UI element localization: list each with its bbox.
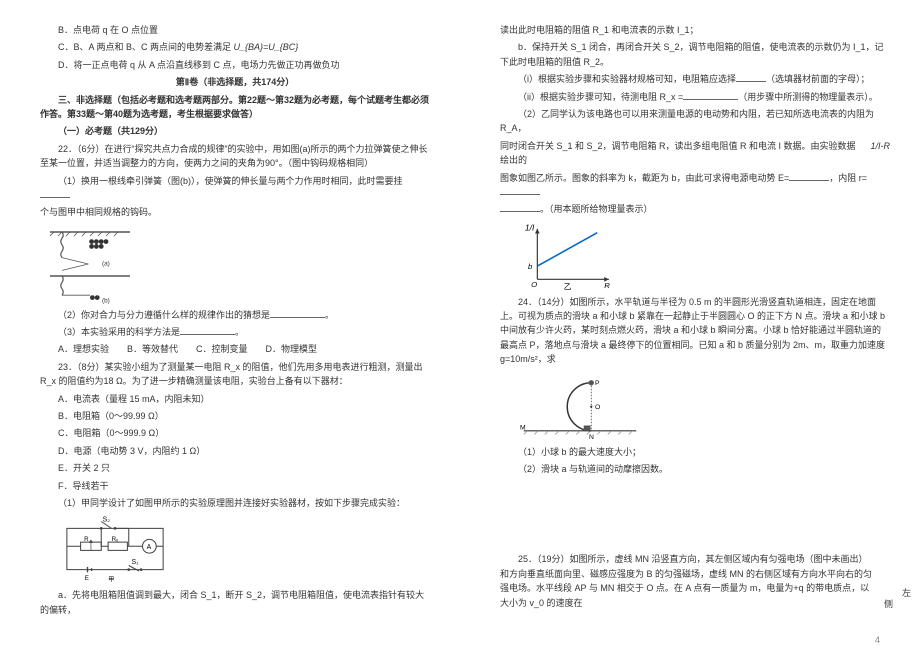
q24-2: （2）滑块 a 与轨道间的动摩擦因数。 <box>500 462 890 476</box>
spring-svg: (a) (b) <box>50 224 130 304</box>
q22-2b: 。 <box>325 310 334 320</box>
q23-b: B．电阻箱（0～99.99 Ω） <box>40 409 430 423</box>
r-i-text: （i）根据实验步骤和实验器材规格可知，电阻箱应选择 <box>518 74 736 84</box>
q23-2b-suf-pre: 图象如图乙所示。图象的斜率为 k，截距为 b，由此可求得电源电动势 E= <box>500 173 789 183</box>
q23-f: F．导线若干 <box>40 479 430 493</box>
q24-1: （1）小球 b 的最大速度大小； <box>500 445 890 459</box>
required-title: （一）必考题（共129分） <box>40 124 430 138</box>
q23-2-text: （2）乙同学认为该电路也可以用来测量电源的电动势和内阻，若已知所选电流表的内阻为… <box>500 109 874 133</box>
option-c-text: C．B、A 两点和 B、C 两点间的电势差满足 <box>58 42 234 52</box>
figure-spring: (a) (b) <box>50 224 130 304</box>
q23-2b-end: 。（用本题所给物理量表示） <box>500 202 890 216</box>
chart-y-label-inline: 1/I <box>525 222 535 232</box>
q22-3-text: （3）本实验采用的科学方法是 <box>58 327 180 337</box>
r-ii-text: （ii）根据实验步骤可知，待测电阻 R_x = <box>518 92 683 102</box>
q22-1-text: （1）换用一根线牵引弹簧（图(b)），使弹簧的伸长量与两个力作用时相同，此时需要… <box>58 176 403 186</box>
option-c-formula: U_{BA}=U_{BC} <box>234 42 299 52</box>
q22-3: （3）本实验采用的科学方法是 。 <box>40 325 430 339</box>
r-line1: 读出此时电阻箱的阻值 R_1 和电流表的示数 I_1； <box>500 23 890 37</box>
formula-right: 1/I-R <box>870 139 890 153</box>
svg-text:(b): (b) <box>102 297 110 304</box>
q23-2b-suf-mid: ，内阻 r= <box>829 173 867 183</box>
q22-3b: 。 <box>235 327 244 337</box>
r-i-b: （选填器材前面的字母）； <box>766 74 870 84</box>
q25-text: 25．（19分）如图所示，虚线 MN 沿竖直方向，其左侧区域内有匀强电场（图中未… <box>500 554 872 607</box>
figure-circuit: S₂ R Rₓ A E <box>60 514 170 584</box>
svg-text:Rₓ: Rₓ <box>112 536 119 543</box>
q23-2b: 同时闭合开关 S_1 和 S_2，调节电阻箱 R，读出多组电阻值 R 和电流 I… <box>500 139 890 168</box>
blank <box>500 202 540 212</box>
svg-text:R: R <box>84 536 89 543</box>
chart-b-label-inline: b <box>528 262 533 271</box>
fig-m-label-inline: M <box>520 424 526 431</box>
blank <box>40 188 70 198</box>
r-i: （i）根据实验步骤和实验器材规格可知，电阻箱应选择 （选填器材前面的字母）； <box>500 72 890 86</box>
figure-chart: 1/I b O R 乙 <box>520 221 620 291</box>
q25: 25．（19分）如图所示，虚线 MN 沿竖直方向，其左侧区域内有匀强电场（图中未… <box>500 552 890 610</box>
left-column: B．点电荷 q 在 O 点位置 C．B、A 两点和 B、C 两点间的电势差满足 … <box>0 0 460 651</box>
svg-text:E: E <box>85 575 89 582</box>
option-d: D．将一正点电荷 q 从 A 点沿直线移到 C 点，电场力先做正功再做负功 <box>40 58 430 72</box>
page-number: 4 <box>875 635 880 645</box>
q23-e: E．开关 2 只 <box>40 461 430 475</box>
fig-n-label-inline: N <box>589 434 594 441</box>
fig-p-label-inline: P <box>595 380 600 387</box>
section3-heading: 三、非选择题（包括必考题和选考题两部分。第22题～第32题为必考题，每个试题考生… <box>40 93 430 122</box>
svg-text:S₂: S₂ <box>103 517 111 524</box>
fig-o-label-inline: O <box>595 404 600 411</box>
svg-text:(a): (a) <box>102 260 110 267</box>
blank <box>180 325 235 335</box>
svg-text:S₁: S₁ <box>132 560 140 567</box>
r-ii: （ii）根据实验步骤可知，待测电阻 R_x = （用步骤中所测得的物理量表示）。 <box>500 90 890 104</box>
q24: 24．（14分）如图所示，水平轨道与半径为 0.5 m 的半圆形光滑竖直轨道相连… <box>500 295 890 367</box>
circuit-svg: S₂ R Rₓ A E <box>60 514 170 584</box>
blank <box>270 308 325 318</box>
margin-text: 左 侧 <box>884 588 896 610</box>
q22-1b: 个与图甲中相同规格的钩码。 <box>40 205 430 219</box>
r-ii-b: （用步骤中所测得的物理量表示）。 <box>738 92 878 102</box>
blank <box>683 90 738 100</box>
option-b: B．点电荷 q 在 O 点位置 <box>40 23 430 37</box>
q22-3-opts: A．理想实验 B．等效替代 C．控制变量 D．物理模型 <box>40 342 430 356</box>
svg-text:甲: 甲 <box>108 577 114 584</box>
section2-title: 第Ⅱ卷（非选择题，共174分） <box>40 75 430 89</box>
q23-step-a: a．先将电阻箱阻值调到最大，闭合 S_1，断开 S_2，调节电阻箱阻值，使电流表… <box>40 588 430 617</box>
blank <box>736 72 766 82</box>
chart-caption-inline: 乙 <box>564 282 572 291</box>
chart-svg: 1/I b O R 乙 <box>520 221 620 291</box>
option-c: C．B、A 两点和 B、C 两点间的电势差满足 U_{BA}=U_{BC} <box>40 40 430 54</box>
right-column: 读出此时电阻箱的阻值 R_1 和电流表的示数 I_1； b．保持开关 S_1 闭… <box>460 0 920 651</box>
blank <box>500 185 540 195</box>
r-step-b: b．保持开关 S_1 闭合，再闭合开关 S_2，调节电阻箱的阻值，使电流表的示数… <box>500 40 890 69</box>
blank <box>789 171 829 181</box>
q22-2-text: （2）你对合力与分力遵循什么样的规律作出的猜想是 <box>58 310 270 320</box>
spacer <box>500 479 890 549</box>
q23-1: （1）甲同学设计了如图甲所示的实验原理图并连接好实验器材，按如下步骤完成实验： <box>40 496 430 510</box>
chart-x-label-inline: R <box>604 281 610 290</box>
q22: 22．（6分）在进行“探究共点力合成的规律”的实验中，用如图(a)所示的两个力拉… <box>40 142 430 171</box>
svg-text:A: A <box>147 544 152 551</box>
halfcircle-svg: P O M N <box>520 371 640 441</box>
q23-2b-suf: 图象如图乙所示。图象的斜率为 k，截距为 b，由此可求得电源电动势 E= ，内阻 … <box>500 171 890 200</box>
q23-c: C．电阻箱（0～999.9 Ω） <box>40 426 430 440</box>
q22-2: （2）你对合力与分力遵循什么样的规律作出的猜想是 。 <box>40 308 430 322</box>
q23: 23．（8分）某实验小组为了测量某一电阻 R_x 的阻值，他们先用多用电表进行粗… <box>40 360 430 389</box>
q23-2b-pre: 同时闭合开关 S_1 和 S_2，调节电阻箱 R，读出多组电阻值 R 和电流 I… <box>500 141 856 165</box>
q23-2: （2）乙同学认为该电路也可以用来测量电源的电动势和内阻，若已知所选电流表的内阻为… <box>500 107 890 136</box>
q22-1: （1）换用一根线牵引弹簧（图(b)），使弹簧的伸长量与两个力作用时相同，此时需要… <box>40 174 430 203</box>
chart-o-label-inline: O <box>531 280 537 289</box>
q23-a: A．电流表（量程 15 mA，内阻未知） <box>40 392 430 406</box>
figure-halfcircle: P O M N <box>520 371 640 441</box>
q23-2b-suf-end: 。（用本题所给物理量表示） <box>540 204 653 214</box>
q23-d: D．电源（电动势 3 V，内阻约 1 Ω） <box>40 444 430 458</box>
